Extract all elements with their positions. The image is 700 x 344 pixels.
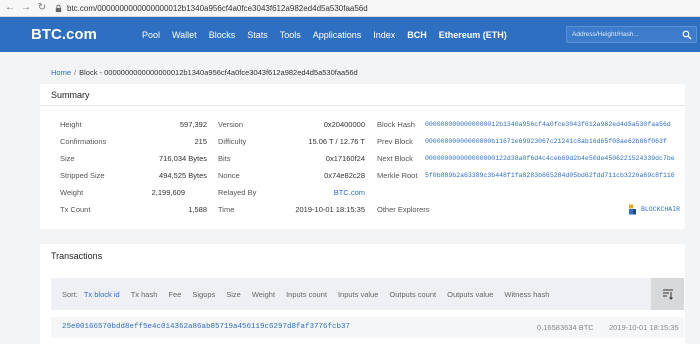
version-value: 0x20400000 [323,120,365,129]
main-nav: Pool Wallet Blocks Stats Tools Applicati… [142,30,519,40]
block-hash-value: 0000000000000000012b1340a956cf4a0fce3043… [425,121,671,128]
confirmations-value: 215 [194,137,207,146]
size-value: 716,034 Bytes [159,154,207,163]
tx-amount: 0.16583634 BTC [537,323,594,332]
sort-label: Sort: [62,289,78,299]
nonce-value: 0x74e82c28 [324,171,365,180]
transactions-panel: Transactions Sort: Tx block id Tx hash F… [40,244,685,344]
blockchair-label: BLOCKCHAIR [641,206,681,213]
back-arrow-icon[interactable]: ← [4,2,16,14]
nav-eth[interactable]: Ethereum (ETH) [439,30,507,40]
confirmations-label: Confirmations [60,137,107,146]
blockchair-link[interactable]: BLOCKCHAIR [628,204,680,215]
weight-value: 2,199,609 [151,188,185,197]
tx-time: 2019-10-01 18:15:35 [609,323,679,332]
weight-label: Weight [60,188,84,197]
site-logo[interactable]: BTC.com [31,26,142,43]
nonce-label: Nonce [218,171,240,180]
prev-block-link[interactable]: 00000000000000000b11671e69923067c21241c8… [425,138,683,145]
breadcrumb-separator: / [74,68,77,77]
search-icon[interactable] [682,30,692,40]
sort-order-icon [662,289,673,300]
sort-outputs-value[interactable]: Outputs value [447,290,493,299]
time-label: Time [218,205,235,214]
other-explorers-label: Other Explorers [377,205,430,214]
sort-sigops[interactable]: Sigops [192,290,215,299]
nav-blocks[interactable]: Blocks [209,30,236,40]
bits-value: 0x17160f24 [325,154,365,163]
merkle-root-value: 5f0b889b2a63389c3b448f1fa8283b665284d05b… [425,172,675,179]
nav-tools[interactable]: Tools [280,30,301,40]
tx-count-label: Tx Count [60,205,91,214]
sort-tx-block-id[interactable]: Tx block id [84,290,120,299]
sort-tx-hash[interactable]: Tx hash [131,290,158,299]
height-value: 597,392 [179,120,207,129]
stripped-size-label: Stripped Size [60,171,105,180]
tx-hash-link[interactable]: 25e00166570bdd8eff5e4c014362a86ab85719a4… [62,323,350,331]
block-hash-label: Block Hash [377,120,415,129]
nav-stats[interactable]: Stats [247,30,268,40]
breadcrumb-current: Block - 0000000000000000012b1340a956cf4a… [79,68,358,77]
nav-applications[interactable]: Applications [313,30,362,40]
sort-direction-button[interactable] [651,278,684,310]
breadcrumb: Home / Block - 0000000000000000012b1340a95… [51,68,358,77]
table-row: 25e00166570bdd8eff5e4c014362a86ab85719a4… [51,317,684,338]
breadcrumb-home[interactable]: Home [51,68,71,77]
summary-panel: Summary Height 597,392 Confirmations 215… [40,84,685,229]
tx-count-value: 1,588 [188,205,207,214]
forward-arrow-icon[interactable]: → [20,2,32,14]
stripped-size-value: 494,525 Bytes [159,171,207,180]
height-label: Height [60,120,82,129]
bits-label: Bits [218,154,231,163]
search-input[interactable] [572,31,682,38]
blockchair-icon [629,204,636,215]
sort-bar: Sort: Tx block id Tx hash Fee Sigops Siz… [51,278,684,310]
sort-fee[interactable]: Fee [168,290,181,299]
nav-pool[interactable]: Pool [142,30,160,40]
nav-wallet[interactable]: Wallet [172,30,197,40]
prev-block-label: Prev Block [377,137,413,146]
sort-weight[interactable]: Weight [252,290,275,299]
browser-toolbar: ← → ↻ btc.com/0000000000000000012b1340a9… [0,0,700,17]
address-bar[interactable]: btc.com/0000000000000000012b1340a956cf4a… [67,4,368,13]
summary-title: Summary [51,90,90,100]
transactions-title: Transactions [51,251,103,261]
difficulty-label: Difficulty [218,137,247,146]
next-block-link[interactable]: 000000000000000000122d38a0f6d4c4ceb69d2b… [425,155,683,162]
version-label: Version [218,120,244,129]
time-value: 2019-10-01 18:15:35 [295,205,365,214]
sort-inputs-value[interactable]: Inputs value [338,290,378,299]
relayed-by-link[interactable]: BTC.com [334,188,365,197]
size-label: Size [60,154,75,163]
next-block-label: Next Block [377,154,413,163]
reload-icon[interactable]: ↻ [36,2,48,14]
sort-witness-hash[interactable]: Witness hash [504,290,549,299]
sort-outputs-count[interactable]: Outputs count [389,290,436,299]
search-box [566,26,697,43]
merkle-root-label: Merkle Root [377,171,418,180]
sort-size[interactable]: Size [226,290,241,299]
sort-inputs-count[interactable]: Inputs count [286,290,327,299]
lock-icon [55,4,62,12]
nav-index[interactable]: Index [373,30,395,40]
relayed-by-label: Relayed By [218,188,257,197]
nav-bch[interactable]: BCH [407,30,427,40]
summary-divider [40,105,685,106]
difficulty-value: 15.06 T / 12.76 T [308,137,365,146]
